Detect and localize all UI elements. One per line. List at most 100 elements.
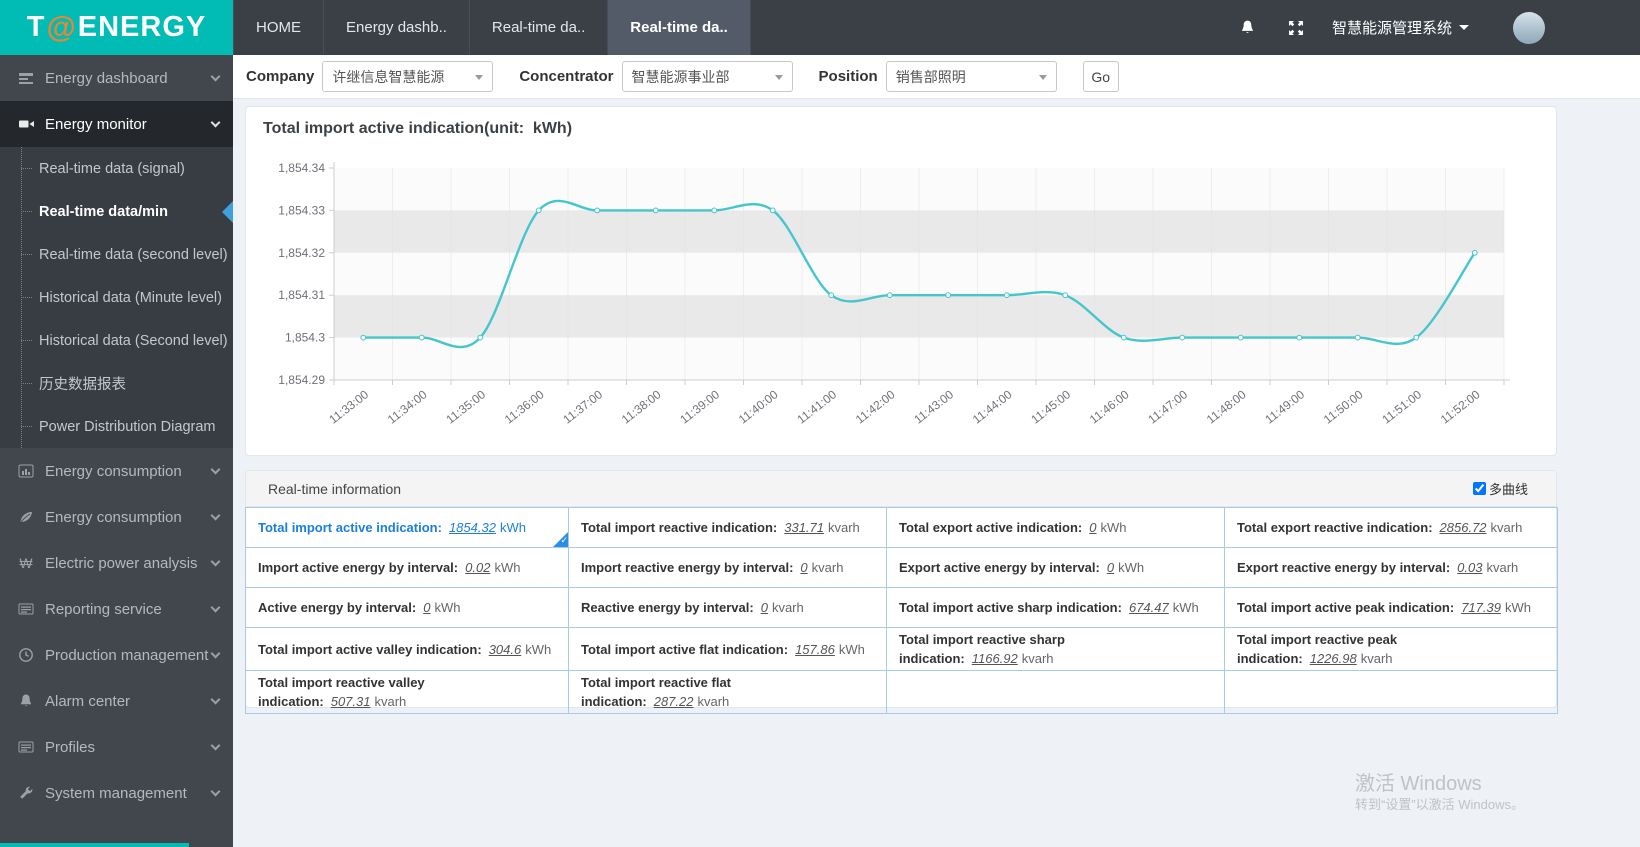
report-icon	[17, 600, 35, 618]
submenu-item-real-time-data-min[interactable]: Real-time data/min	[0, 190, 233, 233]
sidebar-item-energy-dashboard-0[interactable]: Energy dashboard	[0, 55, 233, 101]
submenu-item-real-time-data-signal[interactable]: Real-time data (signal)	[0, 147, 233, 190]
cell-value: 287.22	[653, 694, 694, 709]
cell-unit: kWh	[1100, 520, 1127, 535]
cell-value: 0	[760, 600, 768, 615]
table-cell-total-import-reactive-flat-indication[interactable]: Total import reactive flat indication: 28…	[568, 670, 887, 714]
tab-energy-dashb-1[interactable]: Energy dashb..	[324, 0, 470, 55]
sidebar-item-reporting-service-5[interactable]: Reporting service	[0, 586, 233, 632]
cell-label: Reactive energy by interval:	[581, 600, 754, 615]
cell-label: Total import active flat indication:	[581, 641, 789, 657]
system-menu-dropdown[interactable]: 智慧能源管理系统	[1332, 17, 1469, 38]
sidebar-item-energy-consumption-2[interactable]: Energy consumption	[0, 448, 233, 494]
submenu-item-label: Historical data (Minute level)	[39, 289, 222, 306]
cell-value: 331.71	[784, 520, 824, 535]
company-select[interactable]: 许继信息智慧能源	[322, 61, 494, 92]
table-cell-total-import-active-peak-indication[interactable]: Total import active peak indication: 717.…	[1224, 587, 1558, 628]
svg-text:11:51:00: 11:51:00	[1379, 387, 1424, 426]
sidebar-item-profiles-8[interactable]: Profiles	[0, 724, 233, 770]
svg-text:1,854.33: 1,854.33	[278, 203, 325, 217]
submenu-item-historical-data-minute-level[interactable]: Historical data (Minute level)	[0, 276, 233, 319]
bell-icon	[17, 692, 35, 710]
fullscreen-icon[interactable]	[1286, 18, 1306, 38]
tab-home-0[interactable]: HOME	[233, 0, 324, 55]
table-cell-empty	[1224, 670, 1558, 714]
svg-text:1,854.31: 1,854.31	[278, 288, 325, 302]
company-label: Company	[246, 68, 315, 85]
cell-unit: kWh	[525, 641, 552, 657]
multi-curve-toggle[interactable]: 多曲线	[1472, 479, 1528, 498]
svg-text:11:44:00: 11:44:00	[970, 387, 1015, 426]
table-cell-total-import-reactive-indication[interactable]: Total import reactive indication: 331.71 k…	[568, 507, 887, 548]
filter-bar: Company 许继信息智慧能源 Concentrator 智慧能源事业部 Po…	[233, 55, 1640, 99]
multi-curve-checkbox[interactable]	[1472, 482, 1486, 495]
position-select[interactable]: 销售部照明	[885, 61, 1057, 92]
main-content: Company 许继信息智慧能源 Concentrator 智慧能源事业部 Po…	[233, 55, 1640, 847]
bell-icon[interactable]	[1238, 18, 1258, 38]
chevron-down-icon	[210, 510, 221, 521]
submenu-item-label: Real-time data (signal)	[39, 160, 185, 177]
table-cell-active-energy-by-interval[interactable]: Active energy by interval: 0 kWh	[245, 587, 569, 628]
svg-text:11:37:00: 11:37:00	[560, 387, 605, 426]
top-bar: T @ ENERGY HOME Energy dashb.. Real-time da.…	[0, 0, 1640, 55]
logo-text: T	[26, 11, 46, 43]
table-cell-total-export-active-indication[interactable]: Total export active indication: 0 kWh	[886, 507, 1225, 548]
submenu-item-label: Real-time data/min	[39, 203, 168, 220]
go-button[interactable]: Go	[1082, 61, 1119, 92]
table-cell-total-import-reactive-valley-indication[interactable]: Total import reactive valley indication:…	[245, 670, 569, 714]
concentrator-select-value: 智慧能源事业部	[631, 68, 730, 85]
svg-text:11:52:00: 11:52:00	[1438, 387, 1483, 426]
chevron-down-icon	[210, 648, 221, 659]
sidebar-item-alarm-center-7[interactable]: Alarm center	[0, 678, 233, 724]
sidebar-item-production-management-6[interactable]: Production management	[0, 632, 233, 678]
table-cell-total-import-active-sharp-indication[interactable]: Total import active sharp indication: 674…	[886, 587, 1225, 628]
table-cell-import-active-energy-by-interval[interactable]: Import active energy by interval: 0.02 kWh	[245, 547, 569, 588]
svg-text:11:38:00: 11:38:00	[619, 387, 664, 426]
sidebar-item-label: Alarm center	[45, 692, 131, 710]
cell-value: 717.39	[1461, 600, 1501, 615]
user-avatar[interactable]	[1513, 11, 1545, 44]
table-cell-total-import-active-flat-indication[interactable]: Total import active flat indication: 157.…	[568, 627, 887, 671]
sidebar-item-energy-monitor-1[interactable]: Energy monitor	[0, 101, 233, 147]
table-cell-total-import-reactive-sharp-indication[interactable]: Total import reactive sharp indication: 1…	[886, 627, 1225, 671]
sidebar-item-label: Energy dashboard	[45, 69, 168, 87]
cell-unit: kWh	[1504, 600, 1531, 615]
table-cell-import-reactive-energy-by-interval[interactable]: Import reactive energy by interval: 0 kvar…	[568, 547, 887, 588]
table-cell-total-import-reactive-peak-indication[interactable]: Total import reactive peak indication: 12…	[1224, 627, 1558, 671]
table-cell-export-reactive-energy-by-interval[interactable]: Export reactive energy by interval: 0.03 k…	[1224, 547, 1558, 588]
chevron-down-icon	[210, 556, 221, 567]
tab-real-time-da-3[interactable]: Real-time da..	[608, 0, 751, 55]
cell-value: 0.02	[465, 560, 491, 575]
sidebar-item-label: System management	[45, 784, 187, 802]
table-row: Total import active valley indication: 30…	[245, 627, 1558, 671]
app-logo: T @ ENERGY	[0, 0, 233, 55]
sidebar-item-electric-power-analysis-4[interactable]: ₩ Electric power analysis	[0, 540, 233, 586]
table-cell-total-export-reactive-indication[interactable]: Total export reactive indication: 2856.72…	[1224, 507, 1558, 548]
line-chart: 1,854.34 1,854.33 1,854.32 1,854.31 1,854.3 1…	[278, 161, 1510, 427]
svg-text:11:33:00: 11:33:00	[326, 387, 371, 426]
sidebar-item-system-management-9[interactable]: System management	[0, 770, 233, 816]
leaf-icon	[17, 508, 35, 526]
table-cell-total-import-active-indication[interactable]: Total import active indication: 1854.32 kW…	[245, 507, 569, 548]
cell-unit: kvarh	[1021, 651, 1054, 666]
sidebar-item-label: Energy consumption	[45, 508, 182, 526]
table-cell-empty	[886, 670, 1225, 714]
cell-label: Import active energy by interval:	[258, 560, 459, 575]
table-cell-export-active-energy-by-interval[interactable]: Export active energy by interval: 0 kWh	[886, 547, 1225, 588]
submenu-item-历史数据报表[interactable]: 历史数据报表	[0, 362, 233, 405]
submenu-item-power-distribution-diagram[interactable]: Power Distribution Diagram	[0, 405, 233, 448]
svg-text:1,854.29: 1,854.29	[278, 373, 325, 387]
table-cell-total-import-active-valley-indication[interactable]: Total import active valley indication: 30…	[245, 627, 569, 671]
cell-value: 0	[1089, 520, 1097, 535]
cell-value: 1166.92	[971, 651, 1018, 666]
concentrator-select[interactable]: 智慧能源事业部	[621, 61, 793, 92]
table-cell-reactive-energy-by-interval[interactable]: Reactive energy by interval: 0 kvarh	[568, 587, 887, 628]
cell-unit: kvarh	[811, 560, 844, 575]
sidebar-item-energy-consumption-3[interactable]: Energy consumption	[0, 494, 233, 540]
submenu-item-real-time-data-second-level[interactable]: Real-time data (second level)	[0, 233, 233, 276]
sidebar: Energy dashboard Energy monitor Real-time …	[0, 55, 233, 847]
cell-value: 0	[800, 560, 808, 575]
company-filter: Company 许继信息智慧能源	[246, 61, 494, 92]
tab-real-time-da-2[interactable]: Real-time da..	[470, 0, 609, 55]
submenu-item-historical-data-second-level[interactable]: Historical data (Second level)	[0, 319, 233, 362]
